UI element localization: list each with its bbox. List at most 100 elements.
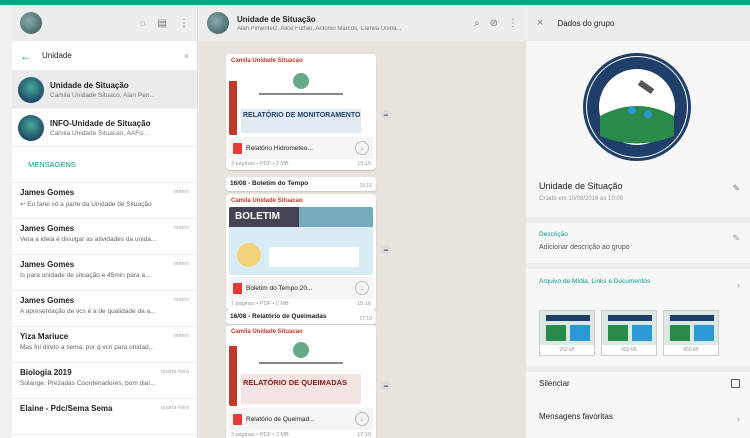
message-time: 15:16: [359, 183, 372, 189]
file-name: Relatório Hidrometeo...: [246, 144, 313, 152]
starred-messages-row[interactable]: Mensagens favoritas ›: [539, 412, 740, 424]
message-date: ontem: [173, 189, 189, 195]
divider: [527, 263, 750, 269]
download-icon[interactable]: ↓: [355, 412, 369, 426]
message-result[interactable]: James Gomes ontem Is para unidade de sit…: [12, 255, 197, 291]
profile-avatar[interactable]: [20, 12, 42, 34]
message-result[interactable]: Yiza Mariuce ontem Mas foi direto a sema…: [12, 327, 197, 363]
clear-search-icon[interactable]: ×: [184, 51, 189, 61]
forward-icon[interactable]: ➦: [381, 110, 391, 120]
chat-list-panel: ◌ ▤ ⋮ ← Unidade × Unidade de Situação Ca…: [12, 5, 198, 438]
media-section[interactable]: Arquivo de Mídia, Links e Documentos ›: [539, 278, 740, 290]
message-preview: A apresentação de vcs é a de qualidade d…: [20, 308, 156, 315]
status-icon[interactable]: ◌: [140, 18, 146, 29]
document-message[interactable]: Camila Unidade Situacao RELATÓRIO DE MON…: [226, 54, 376, 170]
chat-item-unidade[interactable]: Unidade de Situação Camila Unidade Situa…: [12, 71, 197, 109]
group-info-header: × Dados do grupo: [527, 5, 750, 41]
media-thumb[interactable]: 950 kB: [539, 310, 595, 356]
media-size: 950 kB: [559, 347, 575, 353]
message-sender: James Gomes: [20, 224, 75, 233]
conversation-header[interactable]: Unidade de Situação Alan Pimentel2, Alic…: [199, 5, 526, 41]
message-result[interactable]: Biologia 2019 quarta-feira Solange: Prez…: [12, 363, 197, 399]
media-thumb[interactable]: 950 kB: [663, 310, 719, 356]
message-result[interactable]: Elaine - Pdc/Sema Sema quarta-feira: [12, 399, 197, 435]
new-chat-icon[interactable]: ▤: [158, 18, 167, 29]
download-icon[interactable]: ↓: [355, 141, 369, 155]
media-thumbnails: 950 kB 950 kB 950 kB: [539, 310, 719, 356]
file-meta: 3 páginas • PDF • 2 MB: [231, 432, 289, 438]
message-text: 16/08 - Boletim do Tempo: [230, 180, 309, 187]
starred-label: Mensagens favoritas: [539, 412, 613, 421]
message-sender: Camila Unidade Situacao: [231, 329, 303, 335]
group-avatar: [18, 76, 44, 103]
forward-icon[interactable]: ➦: [381, 381, 391, 391]
chat-item-info-unidade[interactable]: INFO-Unidade de Situação Camila Unidade …: [12, 109, 197, 147]
mute-checkbox[interactable]: [731, 379, 740, 388]
chat-preview: Camila Unidade Situaco, Alan Pen...: [50, 91, 155, 99]
edit-description-icon[interactable]: ✎: [732, 233, 740, 244]
message-sender: James Gomes: [20, 188, 75, 197]
edit-name-icon[interactable]: ✎: [732, 183, 740, 194]
back-arrow-icon[interactable]: ←: [20, 49, 32, 63]
attach-icon[interactable]: ⊘: [490, 18, 498, 29]
file-meta: 3 páginas • PDF • 2 MB: [231, 161, 289, 167]
search-input[interactable]: Unidade: [42, 51, 174, 60]
text-message[interactable]: 16/08 - Boletim do Tempo 15:16: [226, 177, 376, 191]
file-row[interactable]: Relatório de Queimad... ↓: [229, 408, 373, 430]
message-result[interactable]: James Gomes ontem A apresentação de vcs …: [12, 291, 197, 327]
document-thumbnail[interactable]: RELATÓRIO DE QUEIMADAS: [229, 338, 373, 406]
media-size: 950 kB: [621, 347, 637, 353]
message-preview: Is para unidade de situação e 45min para…: [20, 272, 151, 279]
message-time: 17:10: [359, 316, 372, 322]
mute-row[interactable]: Silenciar: [539, 379, 740, 388]
document-message[interactable]: Camila Unidade Situacao RELATÓRIO DE QUE…: [226, 325, 376, 438]
file-row[interactable]: Relatório Hidrometeo... ↓: [229, 137, 373, 159]
group-info-panel: × Dados do grupo Unidade de Situação Cri…: [527, 5, 750, 438]
group-info-title: Dados do grupo: [557, 18, 615, 28]
group-avatar[interactable]: [207, 12, 229, 34]
group-photo[interactable]: [583, 53, 691, 161]
message-time: 15:15: [357, 161, 371, 167]
media-thumb[interactable]: 950 kB: [601, 310, 657, 356]
message-date: ontem: [173, 261, 189, 267]
chevron-right-icon[interactable]: ›: [737, 280, 740, 290]
file-row[interactable]: Boletim do Tempo 20... ↓: [229, 277, 373, 299]
search-bar[interactable]: ← Unidade ×: [12, 41, 197, 71]
conversation-panel: Unidade de Situação Alan Pimentel2, Alic…: [199, 5, 526, 438]
document-message[interactable]: Camila Unidade Situacao BOLETIM Boletim …: [226, 194, 376, 310]
group-name: Unidade de Situação: [539, 181, 623, 191]
menu-icon[interactable]: ⋮: [508, 18, 518, 29]
message-time: 15:16: [357, 301, 371, 307]
forward-icon[interactable]: ➦: [381, 245, 391, 255]
message-result[interactable]: James Gomes ontem Vera a ideia é divulga…: [12, 219, 197, 255]
messages-section-title: MENSAGENS: [12, 147, 197, 183]
message-sender: Yiza Mariuce: [20, 332, 69, 341]
group-avatar: [18, 114, 44, 141]
message-sender: Camila Unidade Situacao: [231, 58, 303, 64]
divider: [527, 366, 750, 372]
group-created: Criado em 10/08/2016 às 10:00: [539, 196, 624, 202]
message-preview: Solange: Prezadas Coordenadores, bom dia…: [20, 380, 156, 387]
description-value: Adicionar descrição ao grupo: [539, 244, 630, 251]
file-name: Relatório de Queimad...: [246, 415, 315, 423]
message-result[interactable]: James Gomes ontem ↩ Eu farei só a parte …: [12, 183, 197, 219]
chat-title: Unidade de Situação: [50, 80, 129, 90]
document-thumbnail[interactable]: RELATÓRIO DE MONITORAMENTO: [229, 67, 373, 135]
document-thumbnail[interactable]: BOLETIM: [229, 207, 373, 275]
file-meta: 7 páginas • PDF • 2 MB: [231, 301, 289, 307]
download-icon[interactable]: ↓: [355, 281, 369, 295]
text-message[interactable]: 16/08 - Relatório de Queimadas 17:10: [226, 310, 376, 324]
chevron-right-icon[interactable]: ›: [737, 414, 740, 424]
mute-label: Silenciar: [539, 379, 570, 388]
menu-icon[interactable]: ⋮: [179, 18, 189, 29]
chat-title: INFO-Unidade de Situação: [50, 118, 151, 128]
search-icon[interactable]: ⌕: [474, 18, 480, 29]
chat-list-header: ◌ ▤ ⋮: [12, 5, 197, 41]
close-icon[interactable]: ×: [537, 17, 543, 29]
pdf-icon: [233, 282, 242, 294]
message-sender: Camila Unidade Situacao: [231, 198, 303, 204]
description-section[interactable]: Descrição Adicionar descrição ao grupo ✎: [539, 231, 740, 251]
message-date: ontem: [173, 297, 189, 303]
thumbnail-title: RELATÓRIO DE QUEIMADAS: [243, 378, 348, 387]
message-text: 16/08 - Relatório de Queimadas: [230, 313, 327, 320]
